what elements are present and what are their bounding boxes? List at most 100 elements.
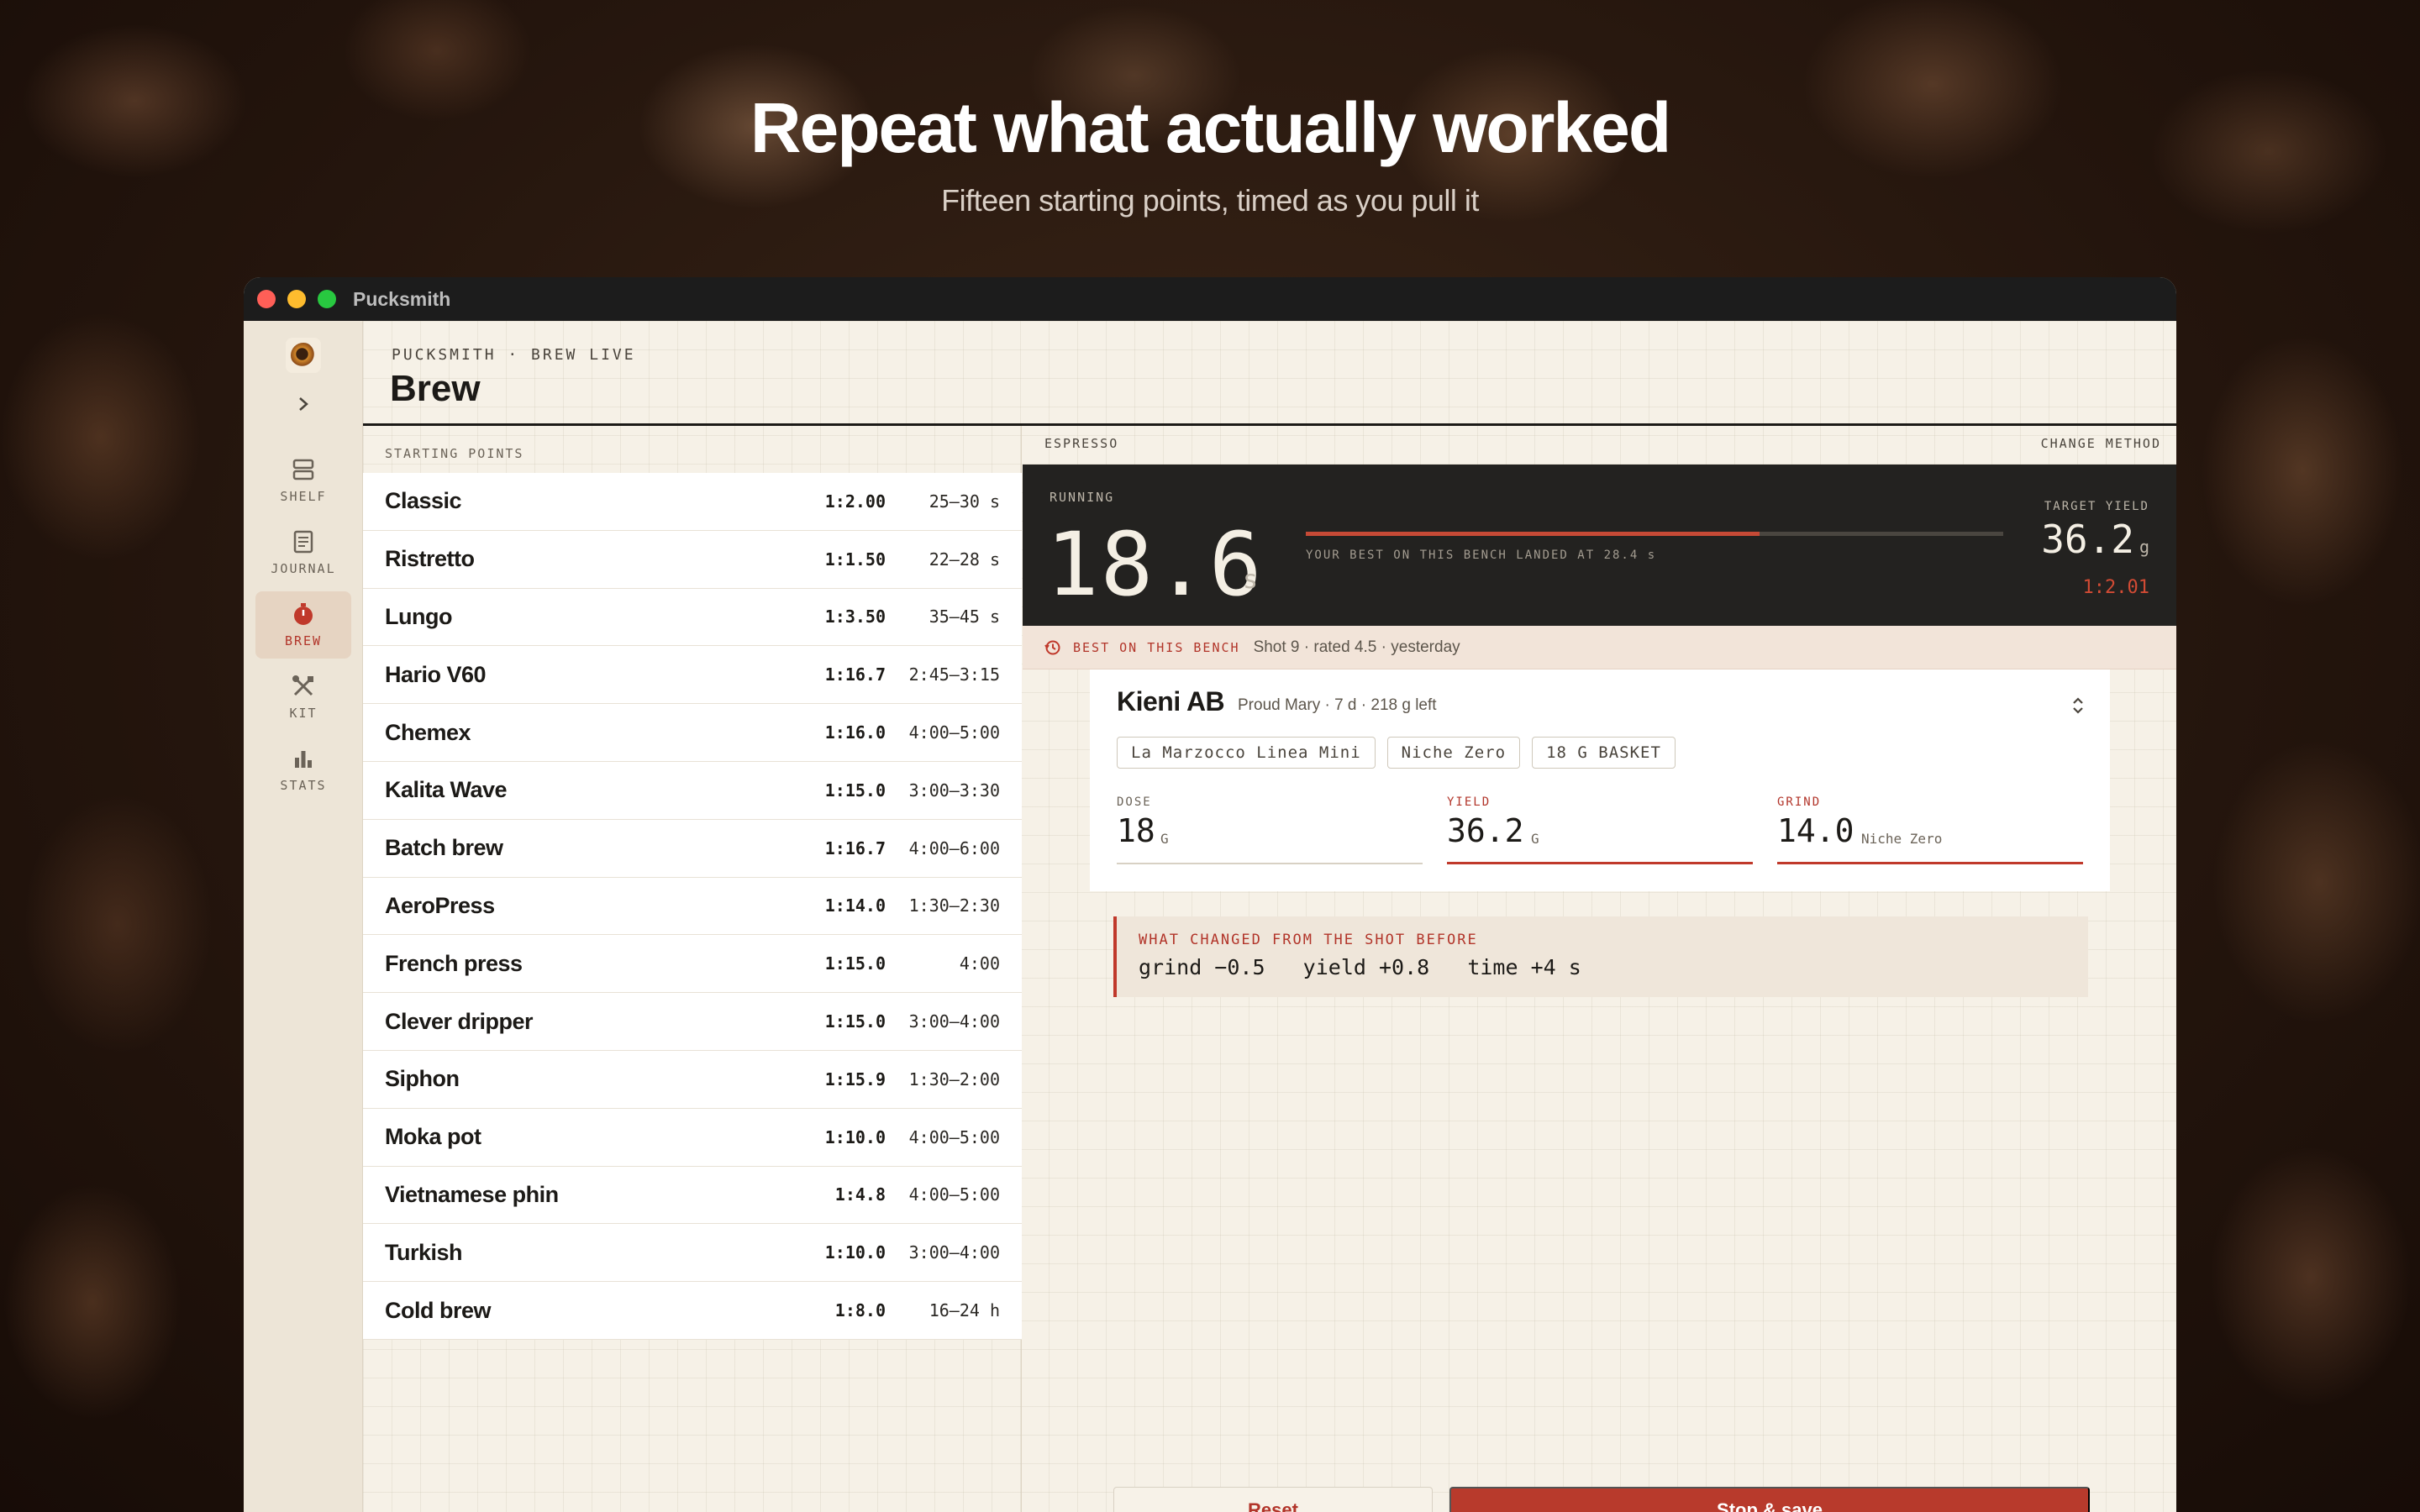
method-row[interactable]: Lungo 1:3.50 35–45 s [363, 588, 1022, 647]
method-name: Ristretto [385, 546, 475, 572]
method-name: Kalita Wave [385, 777, 508, 803]
method-name: Cold brew [385, 1297, 492, 1323]
method-ratio: 1:4.8 [834, 1184, 886, 1205]
method-ratio: 1:10.0 [824, 1242, 886, 1263]
basket-chip[interactable]: 18 G BASKET [1532, 737, 1676, 769]
method-row[interactable]: Chemex 1:16.0 4:00–5:00 [363, 704, 1022, 762]
shot-progress-fill [1306, 532, 1760, 536]
method-ratio: 1:16.0 [824, 722, 886, 743]
method-ratio: 1:16.7 [824, 837, 886, 858]
method-name: AeroPress [385, 892, 495, 918]
method-ratio: 1:10.0 [824, 1126, 886, 1147]
page-eyebrow: PUCKSMITH · BREW LIVE [392, 346, 636, 364]
grind-underline [1777, 862, 2083, 864]
expand-sidebar-button[interactable] [291, 391, 316, 417]
bean-name: Kieni AB [1117, 686, 1225, 717]
chevron-right-icon [299, 397, 308, 411]
bean-card: Kieni AB Proud Mary · 7 d · 218 g left L… [1090, 669, 2110, 891]
method-row[interactable]: Vietnamese phin 1:4.8 4:00–5:00 [363, 1166, 1022, 1225]
brew-main: PUCKSMITH · BREW LIVE Brew STARTING POIN… [363, 321, 2176, 1512]
method-row[interactable]: Turkish 1:10.0 3:00–4:00 [363, 1224, 1022, 1283]
timer-icon [294, 603, 313, 625]
method-time: 4:00–5:00 [908, 1126, 1000, 1147]
method-row[interactable]: Moka pot 1:10.0 4:00–5:00 [363, 1108, 1022, 1167]
sidebar-item-label: JOURNAL [271, 561, 336, 576]
method-row[interactable]: Cold brew 1:8.0 16–24 h [363, 1282, 1022, 1340]
window-title: Pucksmith [353, 287, 451, 310]
stats-icon [295, 751, 312, 768]
elapsed-time: 18.6 [1046, 513, 1264, 616]
yield-value: 36.2 [1447, 812, 1524, 849]
method-time: 4:00 [959, 953, 1000, 974]
sidebar-item-brew[interactable]: BREW [255, 591, 351, 659]
grind-field[interactable]: GRIND 14.0 Niche Zero [1777, 795, 2083, 864]
method-time: 16–24 h [929, 1300, 1000, 1321]
method-ratio: 1:15.0 [824, 780, 886, 801]
bean-selector-button[interactable] [2068, 693, 2088, 718]
changes-label: WHAT CHANGED FROM THE SHOT BEFORE [1139, 932, 1478, 948]
best-detail: Shot 9 · rated 4.5 · yesterday [1253, 638, 1460, 656]
stop-save-button[interactable]: Stop & save [1449, 1487, 2090, 1512]
method-label: ESPRESSO [1044, 436, 1119, 451]
method-row[interactable]: AeroPress 1:14.0 1:30–2:30 [363, 877, 1022, 936]
live-brew-pane: ESPRESSO CHANGE METHOD RUNNING 18.6 s YO… [1023, 426, 2176, 1512]
sidebar: SHELF JOURNAL BREW KIT STATS [244, 321, 363, 1512]
sidebar-item-shelf[interactable]: SHELF [255, 447, 351, 514]
method-ratio: 1:1.50 [824, 549, 886, 570]
method-name: French press [385, 950, 523, 976]
method-row[interactable]: Ristretto 1:1.50 22–28 s [363, 530, 1022, 589]
minimize-window-button[interactable] [287, 290, 306, 308]
grind-unit: Niche Zero [1861, 831, 1943, 847]
shot-progress-bar [1306, 532, 2003, 536]
change-method-link[interactable]: CHANGE METHOD [2041, 436, 2161, 451]
method-row[interactable]: Siphon 1:15.9 1:30–2:00 [363, 1050, 1022, 1109]
method-name: Clever dripper [385, 1008, 534, 1034]
grinder-chip[interactable]: Niche Zero [1386, 737, 1521, 769]
method-row[interactable]: Kalita Wave 1:15.0 3:00–3:30 [363, 761, 1022, 820]
sidebar-item-stats[interactable]: STATS [255, 736, 351, 803]
tools-icon [292, 675, 313, 696]
target-yield-unit: g [2139, 537, 2149, 557]
grind-value: 14.0 [1777, 812, 1854, 849]
method-time: 2:45–3:15 [908, 664, 1000, 685]
method-row[interactable]: Batch brew 1:16.7 4:00–6:00 [363, 819, 1022, 878]
page-title: Brew [390, 368, 481, 409]
timer-panel: RUNNING 18.6 s YOUR BEST ON THIS BENCH L… [1023, 465, 2176, 626]
close-window-button[interactable] [257, 290, 276, 308]
sidebar-item-label: SHELF [280, 489, 327, 504]
starting-points-label: STARTING POINTS [385, 446, 524, 461]
journal-icon [293, 530, 313, 554]
sidebar-item-label: KIT [289, 706, 318, 721]
method-row[interactable]: Clever dripper 1:15.0 3:00–4:00 [363, 993, 1022, 1051]
yield-field[interactable]: YIELD 36.2 G [1447, 795, 1753, 864]
method-row[interactable]: Classic 1:2.00 25–30 s [363, 473, 1022, 531]
dose-underline [1117, 863, 1423, 864]
shelf-icon [292, 459, 314, 480]
method-row[interactable]: French press 1:15.0 4:00 [363, 935, 1022, 994]
zoom-window-button[interactable] [318, 290, 336, 308]
reset-button[interactable]: Reset [1113, 1487, 1433, 1512]
app-logo[interactable] [286, 338, 321, 373]
coffee-cup-icon [291, 343, 316, 368]
yield-unit: G [1531, 831, 1539, 847]
hero-headline: Repeat what actually worked [750, 88, 1671, 167]
method-name: Siphon [385, 1066, 460, 1092]
elapsed-unit: s [1243, 565, 1259, 595]
machine-chip[interactable]: La Marzocco Linea Mini [1117, 737, 1376, 769]
app-window: Pucksmith SHELF JOURNAL BREW KIT STATS P… [244, 277, 2176, 1512]
method-row[interactable]: Hario V60 1:16.7 2:45–3:15 [363, 646, 1022, 705]
sidebar-item-kit[interactable]: KIT [255, 664, 351, 731]
method-time: 3:00–4:00 [908, 1011, 1000, 1032]
sidebar-item-label: BREW [284, 633, 323, 648]
grind-label: GRIND [1777, 795, 1822, 809]
best-on-bench-bar[interactable]: BEST ON THIS BENCH Shot 9 · rated 4.5 · … [1023, 626, 2176, 669]
method-ratio: 1:8.0 [834, 1300, 886, 1321]
dose-field[interactable]: DOSE 18 G [1117, 795, 1423, 864]
changes-callout: WHAT CHANGED FROM THE SHOT BEFORE grind … [1113, 916, 2088, 997]
dose-label: DOSE [1117, 795, 1152, 809]
hero-subline: Fifteen starting points, timed as you pu… [941, 183, 1479, 218]
best-label: BEST ON THIS BENCH [1073, 639, 1240, 655]
method-ratio: 1:15.9 [824, 1068, 886, 1089]
sidebar-item-journal[interactable]: JOURNAL [255, 519, 351, 586]
method-time: 25–30 s [929, 491, 1000, 512]
